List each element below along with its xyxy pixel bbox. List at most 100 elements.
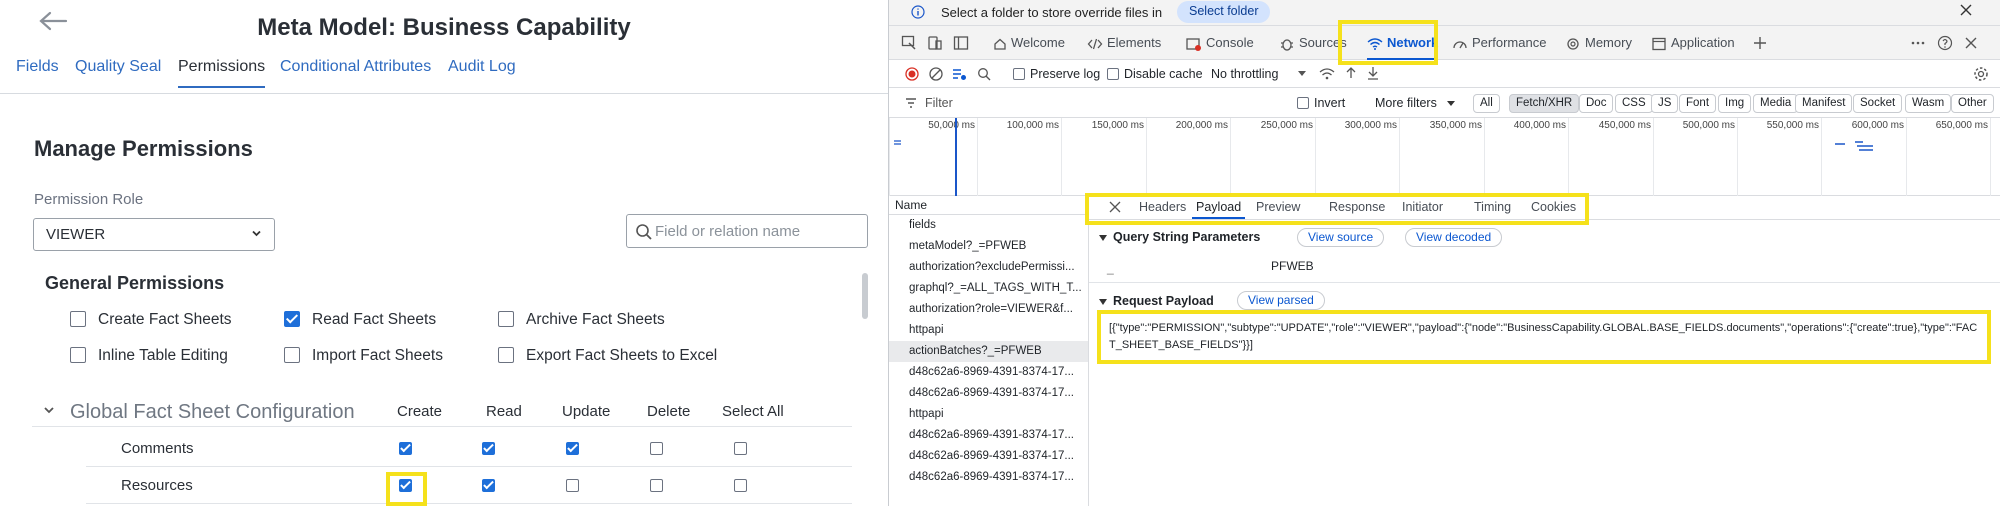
global-fact-sheet-config-header[interactable]: Global Fact Sheet Configuration Create R… — [32, 393, 852, 427]
throttling-select[interactable]: No throttling — [1211, 67, 1278, 81]
query-string-header[interactable]: Query String Parameters — [1099, 230, 1260, 244]
filter-media[interactable]: Media — [1753, 94, 1799, 113]
perm-import-fact-sheets[interactable]: Import Fact Sheets — [284, 346, 443, 367]
close-icon[interactable] — [1959, 3, 1973, 17]
checkbox[interactable] — [70, 346, 86, 363]
tab-initiator[interactable]: Initiator — [1402, 200, 1443, 214]
request-row[interactable]: d48c62a6-8969-4391-8374-17... — [889, 383, 1088, 404]
filter-js[interactable]: JS — [1651, 94, 1679, 113]
filter-other[interactable]: Other — [1951, 94, 1994, 113]
tab-permissions[interactable]: Permissions — [178, 58, 266, 88]
checkbox[interactable] — [70, 310, 86, 327]
filter-all[interactable]: All — [1473, 94, 1500, 113]
filter-manifest[interactable]: Manifest — [1795, 94, 1853, 113]
request-row[interactable]: fields — [889, 215, 1088, 236]
tab-network[interactable]: Network — [1367, 26, 1439, 60]
add-tab-icon[interactable] — [1753, 36, 1767, 50]
tab-application[interactable]: Application — [1651, 26, 1735, 60]
checkbox-update[interactable] — [566, 442, 579, 455]
checkbox-update[interactable] — [566, 479, 579, 492]
device-toggle-icon[interactable] — [927, 35, 943, 51]
scrollbar[interactable] — [862, 273, 868, 319]
request-row[interactable]: httpapi — [889, 320, 1088, 341]
select-folder-button[interactable]: Select folder — [1177, 1, 1271, 23]
filter-fetch-xhr[interactable]: Fetch/XHR — [1509, 94, 1580, 113]
filter-socket[interactable]: Socket — [1853, 94, 1903, 113]
perm-export-fact-sheets[interactable]: Export Fact Sheets to Excel — [498, 346, 717, 367]
chevron-down-icon[interactable] — [43, 404, 55, 416]
checkbox-select-all[interactable] — [734, 479, 747, 492]
tab-response[interactable]: Response — [1329, 200, 1385, 214]
tab-console[interactable]: Console — [1186, 26, 1254, 60]
network-timeline[interactable]: 50,000 ms 100,000 ms 150,000 ms 200,000 … — [889, 118, 2000, 196]
fetch-settings-icon[interactable] — [951, 66, 967, 82]
record-icon[interactable] — [905, 67, 919, 81]
checkbox-read[interactable] — [482, 479, 495, 492]
chevron-down-icon[interactable] — [1446, 100, 1456, 108]
chevron-down-icon[interactable] — [1297, 70, 1307, 78]
view-source-button[interactable]: View source — [1297, 228, 1385, 247]
checkbox-create[interactable] — [399, 479, 412, 492]
filter-input[interactable]: Filter — [925, 96, 953, 110]
tab-payload[interactable]: Payload — [1191, 200, 1246, 219]
request-row[interactable]: d48c62a6-8969-4391-8374-17... — [889, 362, 1088, 383]
request-row[interactable]: metaModel?_=PFWEB — [889, 236, 1088, 257]
name-column-header[interactable]: Name — [889, 196, 1088, 215]
filter-css[interactable]: CSS — [1615, 94, 1653, 113]
close-icon[interactable] — [1109, 201, 1121, 213]
permission-role-select[interactable]: VIEWER — [33, 218, 275, 251]
clear-icon[interactable] — [929, 67, 943, 81]
view-parsed-button[interactable]: View parsed — [1237, 291, 1325, 310]
preserve-log-toggle[interactable]: Preserve log — [1013, 67, 1100, 81]
perm-inline-table-editing[interactable]: Inline Table Editing — [70, 346, 228, 367]
checkbox[interactable] — [498, 346, 514, 363]
request-row[interactable]: d48c62a6-8969-4391-8374-17... — [889, 446, 1088, 467]
checkbox-delete[interactable] — [650, 479, 663, 492]
view-decoded-button[interactable]: View decoded — [1405, 228, 1503, 247]
checkbox[interactable] — [498, 310, 514, 327]
request-row[interactable]: d48c62a6-8969-4391-8374-17... — [889, 467, 1088, 488]
tab-memory[interactable]: Memory — [1565, 26, 1632, 60]
checkbox-delete[interactable] — [650, 442, 663, 455]
checkbox[interactable] — [284, 310, 300, 327]
tab-headers[interactable]: Headers — [1139, 200, 1186, 214]
tab-quality-seal[interactable]: Quality Seal — [75, 58, 161, 86]
filter-wasm[interactable]: Wasm — [1905, 94, 1952, 113]
tab-fields[interactable]: Fields — [16, 58, 59, 86]
filter-img[interactable]: Img — [1718, 94, 1752, 113]
checkbox[interactable] — [284, 346, 300, 363]
tab-welcome[interactable]: Welcome — [993, 26, 1065, 60]
tab-audit-log[interactable]: Audit Log — [448, 58, 516, 86]
help-icon[interactable] — [1937, 35, 1953, 51]
checkbox-select-all[interactable] — [734, 442, 747, 455]
perm-archive-fact-sheets[interactable]: Archive Fact Sheets — [498, 310, 665, 331]
tab-preview[interactable]: Preview — [1256, 200, 1300, 214]
request-row[interactable]: authorization?role=VIEWER&f... — [889, 299, 1088, 320]
request-row[interactable]: d48c62a6-8969-4391-8374-17... — [889, 425, 1088, 446]
tab-timing[interactable]: Timing — [1474, 200, 1511, 214]
perm-create-fact-sheets[interactable]: Create Fact Sheets — [70, 310, 232, 331]
checkbox-read[interactable] — [482, 442, 495, 455]
more-icon[interactable] — [1911, 36, 1925, 50]
tab-sources[interactable]: Sources — [1279, 26, 1347, 60]
perm-read-fact-sheets[interactable]: Read Fact Sheets — [284, 310, 436, 331]
search-field[interactable] — [626, 214, 868, 248]
network-conditions-icon[interactable] — [1319, 67, 1335, 81]
more-filters-dropdown[interactable]: More filters — [1375, 96, 1437, 110]
request-row[interactable]: graphql?_=ALL_TAGS_WITH_T... — [889, 278, 1088, 299]
tab-performance[interactable]: Performance — [1452, 26, 1546, 60]
filter-doc[interactable]: Doc — [1579, 94, 1614, 113]
request-row-selected[interactable]: actionBatches?_=PFWEB — [889, 341, 1088, 362]
search-input[interactable] — [655, 219, 860, 243]
filter-font[interactable]: Font — [1679, 94, 1717, 113]
request-row[interactable]: authorization?excludePermissi... — [889, 257, 1088, 278]
request-row[interactable]: httpapi — [889, 404, 1088, 425]
search-icon[interactable] — [977, 67, 991, 81]
upload-icon[interactable] — [1345, 66, 1357, 80]
download-icon[interactable] — [1367, 66, 1379, 80]
request-payload-header[interactable]: Request Payload — [1099, 294, 1214, 308]
tab-conditional-attributes[interactable]: Conditional Attributes — [280, 58, 431, 86]
tab-cookies[interactable]: Cookies — [1531, 200, 1576, 214]
settings-gear-icon[interactable] — [1973, 66, 1989, 82]
invert-toggle[interactable]: Invert — [1297, 96, 1345, 110]
